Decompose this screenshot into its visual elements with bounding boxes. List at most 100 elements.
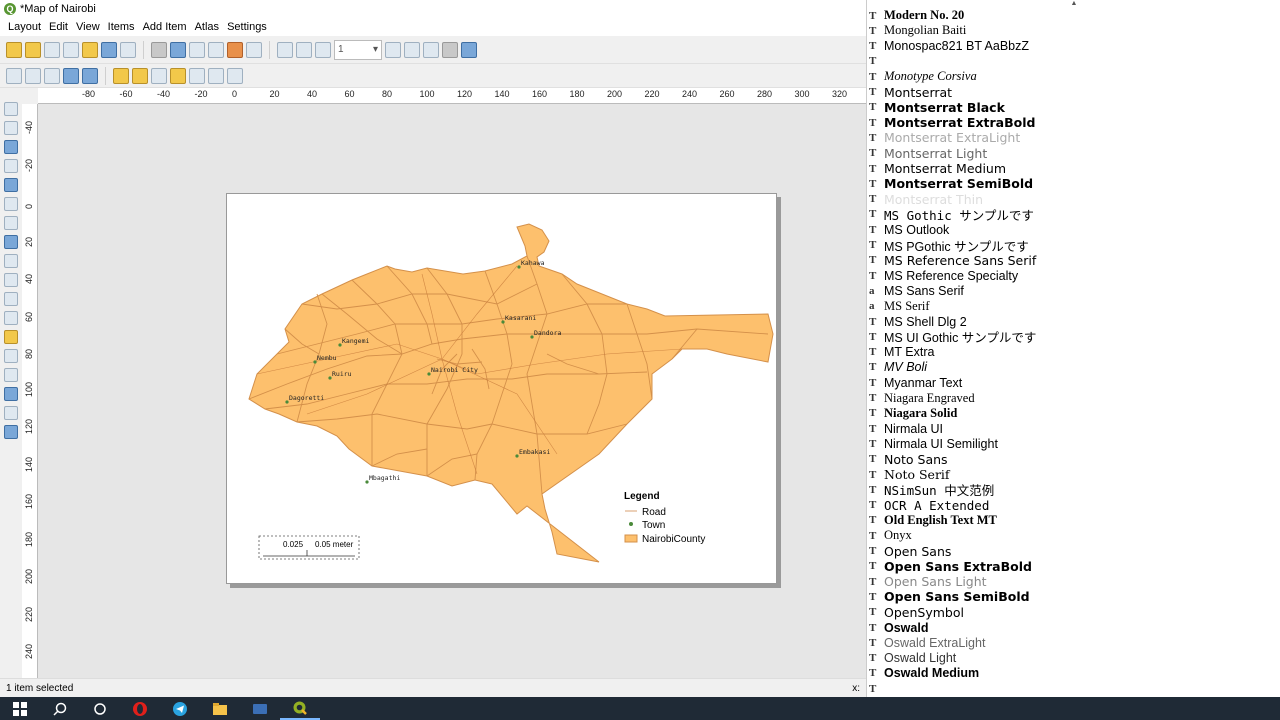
add-label-icon[interactable]: [4, 254, 18, 268]
zoom-actual-icon[interactable]: [63, 67, 79, 84]
file-explorer-icon[interactable]: [200, 697, 240, 720]
menu-view[interactable]: View: [72, 21, 104, 33]
add-shape-icon[interactable]: [4, 330, 18, 344]
ungroup-items-icon[interactable]: [132, 67, 148, 84]
unlock-items-icon[interactable]: [170, 67, 186, 84]
select-move-icon[interactable]: [4, 140, 18, 154]
menu-settings[interactable]: Settings: [223, 21, 271, 33]
font-list-item[interactable]: T Open Sans: [867, 544, 1269, 559]
font-list-item[interactable]: T Montserrat Light: [867, 146, 1269, 161]
save-icon[interactable]: [101, 41, 117, 58]
add-arrow-icon[interactable]: [4, 368, 18, 382]
last-feature-icon[interactable]: [404, 41, 420, 58]
new-page-icon[interactable]: [120, 41, 136, 58]
menu-layout[interactable]: Layout: [4, 21, 45, 33]
font-list-item[interactable]: T Modern No. 20: [867, 8, 1269, 23]
add-attribute-table-icon[interactable]: [4, 425, 18, 439]
undo-icon[interactable]: [227, 41, 243, 58]
add-3d-map-icon[interactable]: [4, 216, 18, 230]
print-icon[interactable]: [151, 41, 167, 58]
font-list-item[interactable]: T Nirmala UI Semilight: [867, 436, 1269, 451]
font-list-item[interactable]: T Open Sans Light: [867, 574, 1269, 589]
font-list-item[interactable]: T Old English Text MT: [867, 513, 1269, 528]
font-list-item[interactable]: T Noto Sans: [867, 452, 1269, 467]
font-list-item[interactable]: T Noto Serif: [867, 467, 1269, 482]
font-list-item[interactable]: T OpenSymbol: [867, 605, 1269, 620]
telegram-icon[interactable]: [160, 697, 200, 720]
add-picture-icon[interactable]: [4, 235, 18, 249]
font-list-item[interactable]: T Monospac821 BT AaBbzZ: [867, 39, 1269, 54]
font-list-item[interactable]: T MS Gothic サンプルです: [867, 207, 1269, 222]
app-icon[interactable]: [240, 697, 280, 720]
raise-items-icon[interactable]: [189, 67, 205, 84]
font-list-item[interactable]: T Monotype Corsiva: [867, 69, 1269, 84]
export-image-icon[interactable]: [170, 41, 186, 58]
save-template-icon[interactable]: [63, 41, 79, 58]
font-list-item[interactable]: T Montserrat ExtraLight: [867, 130, 1269, 145]
font-list-item[interactable]: a MS Sans Serif: [867, 283, 1269, 298]
lock-items-icon[interactable]: [151, 67, 167, 84]
vertical-ruler[interactable]: -40 -20 0 20 40 60 80 100 120 140 160 180 200 220 240: [22, 104, 38, 678]
atlas-page-selector[interactable]: 1 ▾: [334, 39, 382, 60]
duplicate-layout-icon[interactable]: [25, 41, 41, 58]
atlas-preview-icon[interactable]: [277, 41, 293, 58]
layout-canvas[interactable]: Kahawa Kasarani Dandora Kangemi Nembu Ruiru Na…: [38, 104, 866, 678]
font-list-item[interactable]: T MS PGothic サンプルです: [867, 238, 1269, 253]
pan-icon[interactable]: [4, 102, 18, 116]
zoom-full-icon[interactable]: [6, 67, 22, 84]
move-content-icon[interactable]: [4, 159, 18, 173]
horizontal-ruler[interactable]: -80 -60 -40 -20 0 20 40 60 80 100 120 140 160 180 200 2…: [38, 88, 880, 104]
font-list-item[interactable]: T MT Extra: [867, 345, 1269, 360]
font-list-item[interactable]: T MS Shell Dlg 2: [867, 314, 1269, 329]
font-list-item[interactable]: T Montserrat: [867, 85, 1269, 100]
font-list-item[interactable]: T Niagara Solid: [867, 406, 1269, 421]
font-list-item[interactable]: T MS UI Gothic サンプルです: [867, 329, 1269, 345]
scalebar[interactable]: 0.025 0.05 meter: [258, 535, 360, 560]
export-svg-icon[interactable]: [189, 41, 205, 58]
zoom-out-icon[interactable]: [44, 67, 60, 84]
add-map-icon[interactable]: [4, 197, 18, 211]
font-list-item[interactable]: T: [867, 54, 1269, 69]
export-pdf-icon[interactable]: [208, 41, 224, 58]
opera-icon[interactable]: [120, 697, 160, 720]
add-marker-icon[interactable]: [4, 349, 18, 363]
add-legend-icon[interactable]: [4, 273, 18, 287]
open-folder-icon[interactable]: [82, 41, 98, 58]
menu-items[interactable]: Items: [104, 21, 139, 33]
font-list-item[interactable]: T OCR A Extended: [867, 498, 1269, 513]
font-list-item[interactable]: a MS Serif: [867, 299, 1269, 314]
zoom-in-icon[interactable]: [25, 67, 41, 84]
font-list-item[interactable]: T MV Boli: [867, 360, 1269, 375]
font-list-item[interactable]: T MS Outlook: [867, 222, 1269, 237]
font-list-item[interactable]: T Onyx: [867, 528, 1269, 543]
font-list-item[interactable]: T MS Reference Sans Serif: [867, 253, 1269, 268]
font-list-item[interactable]: T Niagara Engraved: [867, 391, 1269, 406]
scroll-up-arrow-icon[interactable]: ▲: [867, 0, 1280, 8]
legend[interactable]: Legend Road Town NairobiCounty: [624, 491, 705, 545]
align-items-icon[interactable]: [208, 67, 224, 84]
layout-page[interactable]: Kahawa Kasarani Dandora Kangemi Nembu Ruiru Na…: [226, 193, 777, 584]
task-view-icon[interactable]: [80, 697, 120, 720]
new-layout-icon[interactable]: [6, 41, 22, 58]
menu-add-item[interactable]: Add Item: [139, 21, 191, 33]
font-list-item[interactable]: T Montserrat Black: [867, 100, 1269, 115]
add-html-icon[interactable]: [4, 406, 18, 420]
qgis-icon[interactable]: [280, 697, 320, 720]
distribute-items-icon[interactable]: [227, 67, 243, 84]
font-list-item[interactable]: T Myanmar Text: [867, 375, 1269, 390]
font-list-item[interactable]: T MS Reference Specialty: [867, 268, 1269, 283]
add-node-item-icon[interactable]: [4, 387, 18, 401]
menu-edit[interactable]: Edit: [45, 21, 72, 33]
atlas-settings-icon[interactable]: [461, 41, 477, 58]
windows-start-icon[interactable]: [0, 697, 40, 720]
font-list-item[interactable]: T Open Sans ExtraBold: [867, 559, 1269, 574]
font-list-item[interactable]: T Montserrat Medium: [867, 161, 1269, 176]
atlas-export-icon[interactable]: [442, 41, 458, 58]
font-list-item[interactable]: T Nirmala UI: [867, 421, 1269, 436]
font-list-item[interactable]: T Montserrat SemiBold: [867, 176, 1269, 191]
font-list-item[interactable]: T Montserrat Thin: [867, 192, 1269, 207]
zoom-tool-icon[interactable]: [4, 121, 18, 135]
add-north-arrow-icon[interactable]: [4, 311, 18, 325]
previous-feature-icon[interactable]: [315, 41, 331, 58]
font-list-item[interactable]: T Montserrat ExtraBold: [867, 115, 1269, 130]
